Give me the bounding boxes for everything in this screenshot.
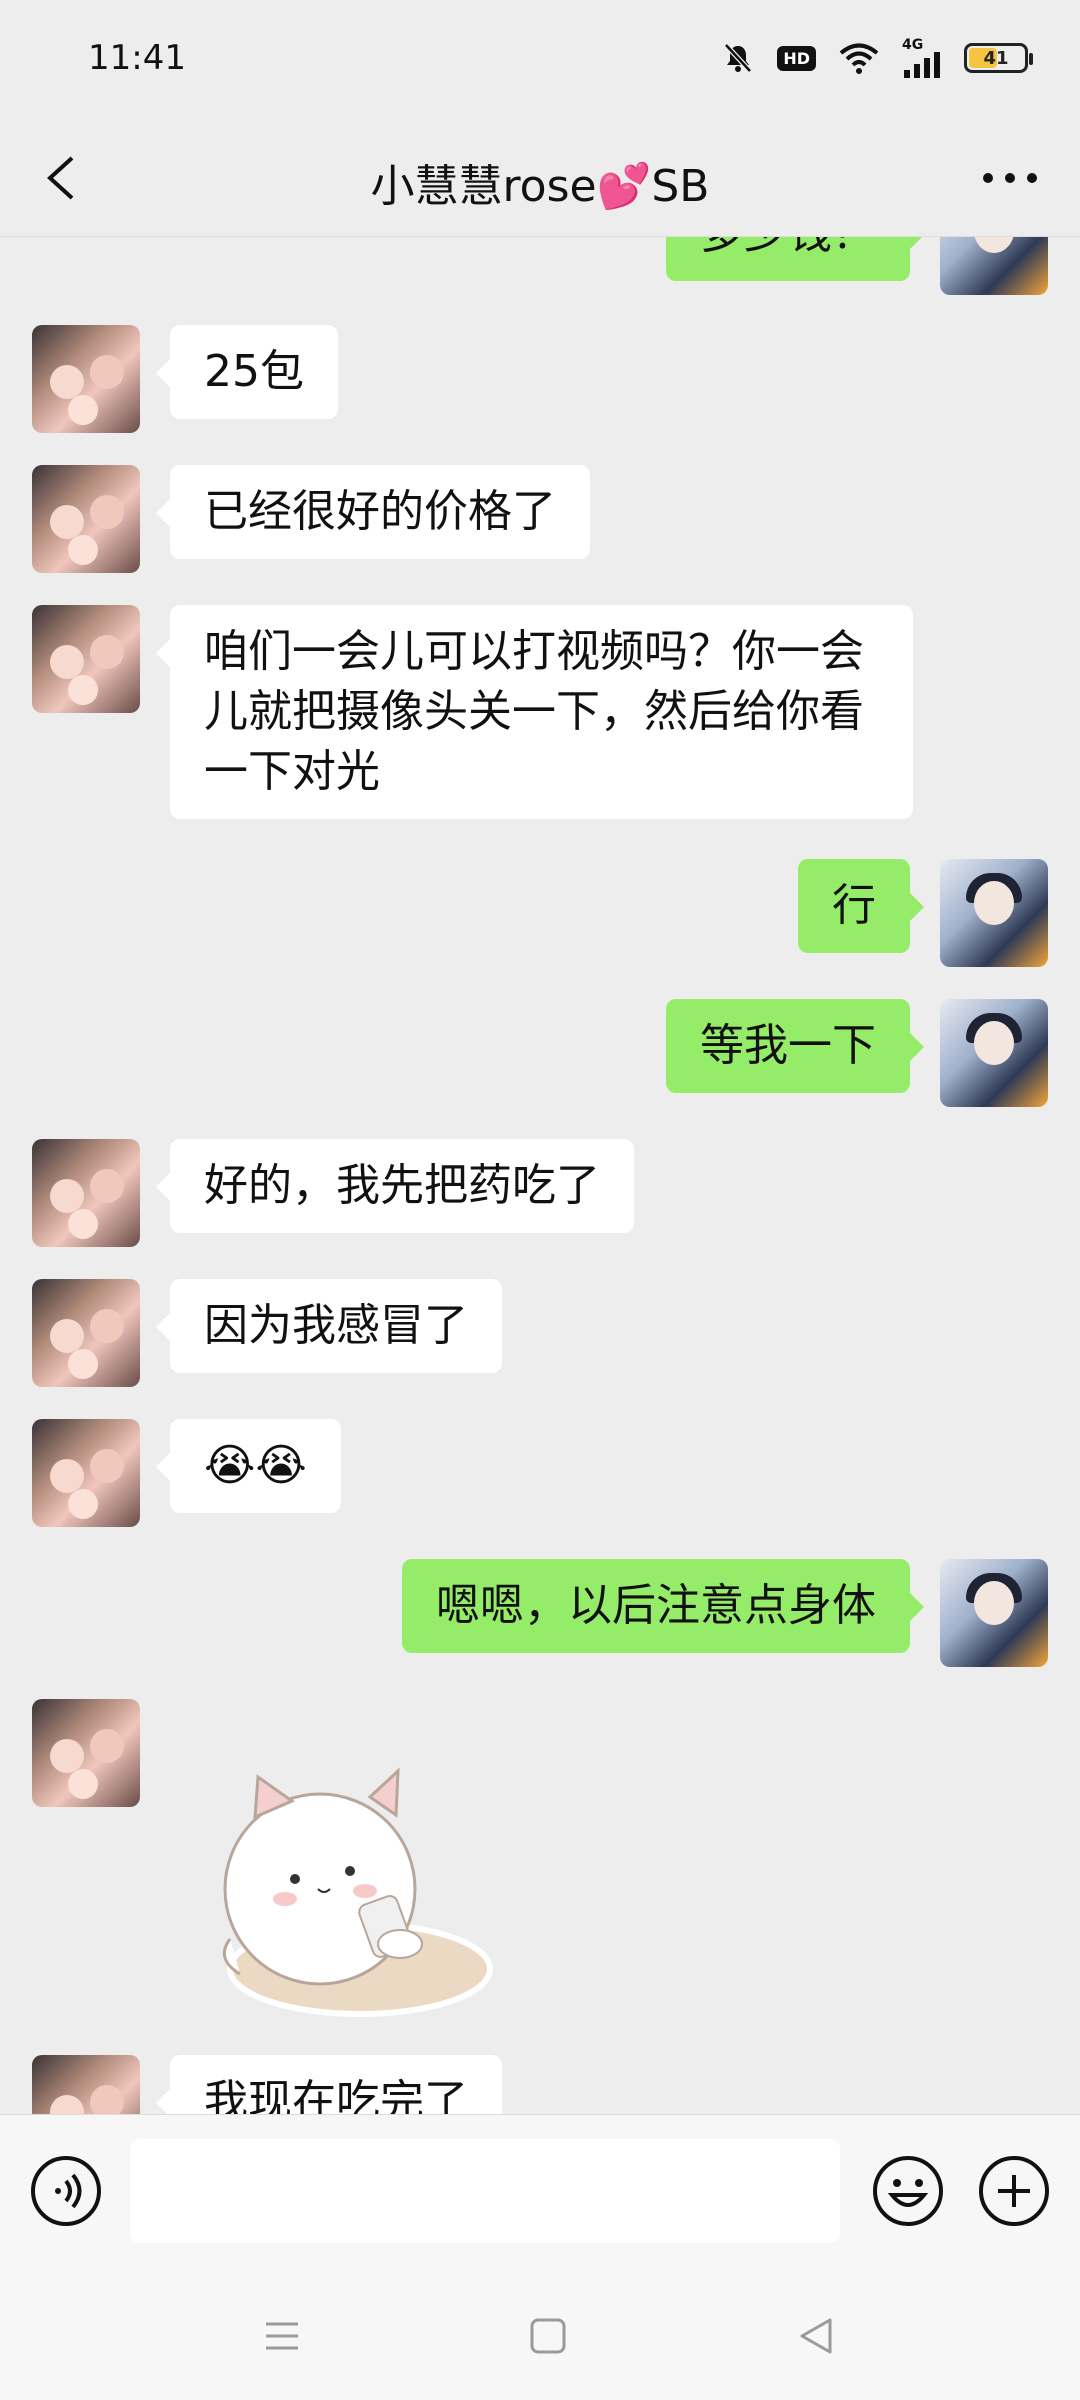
message-bubble[interactable]: 咱们一会儿可以打视频吗？你一会儿就把摄像头关一下，然后给你看一下对光 [156,605,913,819]
message-bubble[interactable]: 行 [798,859,924,953]
chat-messages[interactable]: 多少钱？ 25包 已经很好的价格了 咱们一会儿可以打视频吗？你一会儿就把摄像头关… [0,237,1080,2114]
message-bubble[interactable]: 嗯嗯，以后注意点身体 [402,1559,924,1653]
message-bubble[interactable]: 我现在吃完了 [156,2055,502,2114]
avatar[interactable] [32,1699,140,1807]
avatar[interactable] [32,325,140,433]
system-nav-bar [0,2270,1080,2400]
message-bubble[interactable]: 好的，我先把药吃了 [156,1139,634,1233]
wifi-icon [839,43,879,74]
message-input[interactable] [130,2139,840,2243]
status-bar: 11:41 HD 4G 41 [0,0,1080,120]
chat-header: 小慧慧rose💕SB [0,120,1080,237]
input-bar [0,2114,1080,2271]
network-type: 4G [902,37,924,53]
avatar[interactable] [32,1139,140,1247]
signal-bars-icon [904,52,940,78]
message-bubble[interactable]: 已经很好的价格了 [156,465,590,559]
avatar[interactable] [32,1419,140,1527]
emoji-icon[interactable] [872,2155,944,2227]
avatar[interactable] [32,2055,140,2114]
message-bubble[interactable]: 多少钱？ [666,237,924,281]
plus-icon[interactable] [978,2155,1050,2227]
more-options-icon[interactable] [980,168,1040,188]
avatar[interactable] [940,859,1048,967]
menu-icon[interactable] [262,2316,302,2356]
mute-bell-icon [724,43,753,73]
hd-badge: HD [777,45,816,71]
avatar[interactable] [32,1279,140,1387]
status-icons: HD 4G 41 [721,36,1033,80]
cat-sticker-icon[interactable] [200,1739,500,2039]
status-time: 11:41 [88,38,186,78]
battery-level: 41 [983,47,1009,69]
message-bubble[interactable]: 等我一下 [666,999,924,1093]
message-bubble[interactable]: 😭😭 [156,1419,341,1513]
chat-title: 小慧慧rose💕SB [370,161,710,212]
home-icon[interactable] [528,2316,568,2356]
back-icon[interactable] [796,2316,836,2356]
avatar[interactable] [32,605,140,713]
cellular-signal: 4G [902,38,942,78]
message-bubble[interactable]: 因为我感冒了 [156,1279,502,1373]
battery-icon: 41 [964,43,1033,73]
avatar[interactable] [32,465,140,573]
message-bubble[interactable]: 25包 [156,325,338,419]
avatar[interactable] [940,1559,1048,1667]
avatar[interactable] [940,999,1048,1107]
voice-icon[interactable] [30,2155,102,2227]
avatar[interactable] [940,237,1048,295]
